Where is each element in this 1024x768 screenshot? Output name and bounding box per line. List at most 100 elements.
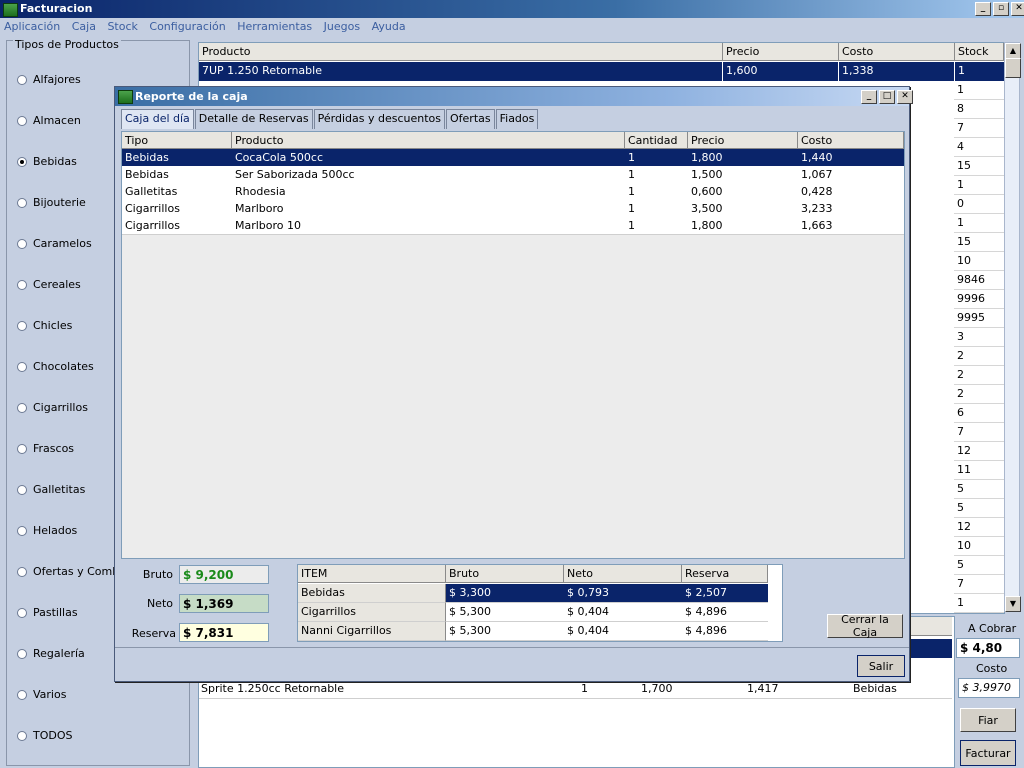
grid-header-producto[interactable]: Producto xyxy=(232,132,625,149)
menu-aplicacion[interactable]: Aplicación xyxy=(0,18,64,35)
radio-dot-icon[interactable] xyxy=(17,730,27,741)
col-header-precio[interactable]: Precio xyxy=(723,43,839,61)
radio-dot-icon[interactable] xyxy=(17,607,27,618)
radio-todos[interactable]: TODOS xyxy=(17,729,73,742)
radio-dot-icon[interactable] xyxy=(17,156,27,167)
sales-cell-costo: 1,417 xyxy=(747,682,779,695)
radio-almacen[interactable]: Almacen xyxy=(17,114,81,127)
menu-caja[interactable]: Caja xyxy=(68,18,100,35)
dialog-minimize-button[interactable]: _ xyxy=(861,90,877,104)
col-header-producto[interactable]: Producto xyxy=(199,43,723,61)
radio-dot-icon[interactable] xyxy=(17,238,27,249)
items-cell-item: Cigarrillos xyxy=(298,603,446,622)
table-row[interactable]: Cigarrillos Marlboro 10 1 1,800 1,663 xyxy=(122,217,904,235)
grid-header-tipo[interactable]: Tipo xyxy=(122,132,232,149)
radio-dot-icon[interactable] xyxy=(17,689,27,700)
radio-bijouterie[interactable]: Bijouterie xyxy=(17,196,86,209)
menu-juegos[interactable]: Juegos xyxy=(320,18,364,35)
dialog-maximize-button[interactable]: □ xyxy=(879,90,895,104)
tab-ofertas[interactable]: Ofertas xyxy=(446,109,495,129)
radio-cereales[interactable]: Cereales xyxy=(17,278,81,291)
tab-fiados[interactable]: Fiados xyxy=(495,109,539,129)
close-button[interactable]: ✕ xyxy=(1011,2,1024,16)
radio-dot-icon[interactable] xyxy=(17,197,27,208)
maximize-button[interactable]: ▫ xyxy=(993,2,1009,16)
items-header-reserva[interactable]: Reserva xyxy=(682,565,768,583)
radio-chicles[interactable]: Chicles xyxy=(17,319,72,332)
items-cell-reserva[interactable]: $ 4,896 xyxy=(682,603,768,622)
grid-header-cantidad[interactable]: Cantidad xyxy=(625,132,688,149)
items-cell-bruto[interactable]: $ 5,300 xyxy=(446,622,564,641)
radio-dot-icon[interactable] xyxy=(17,402,27,413)
items-cell-neto[interactable]: $ 0,404 xyxy=(564,622,682,641)
table-row[interactable]: Galletitas Rhodesia 1 0,600 0,428 xyxy=(122,183,904,201)
items-header-neto[interactable]: Neto xyxy=(564,565,682,583)
cell-costo: 1,440 xyxy=(801,151,833,164)
col-header-costo[interactable]: Costo xyxy=(839,43,955,61)
dialog-tabs: Caja del día Detalle de Reservas Pérdida… xyxy=(121,109,539,129)
table-row[interactable]: Sprite 1.250cc Retornable 1 1,700 1,417 … xyxy=(199,679,952,699)
menu-herramientas[interactable]: Herramientas xyxy=(233,18,316,35)
items-cell-reserva[interactable]: $ 4,896 xyxy=(682,622,768,641)
items-cell-bruto[interactable]: $ 3,300 xyxy=(446,584,564,603)
tab-caja-del-dia[interactable]: Caja del día xyxy=(121,109,194,129)
table-row-selected[interactable]: 7UP 1.250 Retornable 1,600 1,338 1 xyxy=(199,62,1004,81)
items-cell-reserva[interactable]: $ 2,507 xyxy=(682,584,768,603)
radio-galletitas[interactable]: Galletitas xyxy=(17,483,85,496)
radio-frascos[interactable]: Frascos xyxy=(17,442,74,455)
radio-varios[interactable]: Varios xyxy=(17,688,66,701)
radio-alfajores[interactable]: Alfajores xyxy=(17,73,81,86)
items-header-bruto[interactable]: Bruto xyxy=(446,565,564,583)
radio-dot-icon[interactable] xyxy=(17,320,27,331)
salir-button[interactable]: Salir xyxy=(857,655,905,677)
items-cell-bruto[interactable]: $ 5,300 xyxy=(446,603,564,622)
radio-dot-icon[interactable] xyxy=(17,525,27,536)
radio-dot-icon[interactable] xyxy=(17,443,27,454)
radio-dot-icon[interactable] xyxy=(17,566,27,577)
radio-label: Helados xyxy=(33,524,78,537)
radio-bebidas[interactable]: Bebidas xyxy=(17,155,77,168)
dialog-close-button[interactable]: ✕ xyxy=(897,90,913,104)
radio-dot-icon[interactable] xyxy=(17,279,27,290)
daily-sales-grid[interactable]: Tipo Producto Cantidad Precio Costo Bebi… xyxy=(121,131,905,559)
scroll-thumb[interactable] xyxy=(1005,58,1021,78)
radio-helados[interactable]: Helados xyxy=(17,524,77,537)
radio-chocolates[interactable]: Chocolates xyxy=(17,360,94,373)
radio-dot-icon[interactable] xyxy=(17,361,27,372)
radio-caramelos[interactable]: Caramelos xyxy=(17,237,92,250)
minimize-button[interactable]: _ xyxy=(975,2,991,16)
radio-dot-icon[interactable] xyxy=(17,115,27,126)
items-cell-neto[interactable]: $ 0,404 xyxy=(564,603,682,622)
col-header-stock[interactable]: Stock xyxy=(955,43,1004,61)
scroll-down-arrow-icon[interactable]: ▼ xyxy=(1005,596,1021,612)
menu-stock[interactable]: Stock xyxy=(103,18,141,35)
tab-perdidas-descuentos[interactable]: Pérdidas y descuentos xyxy=(313,109,445,129)
radio-dot-icon[interactable] xyxy=(17,74,27,85)
radio-pastillas[interactable]: Pastillas xyxy=(17,606,78,619)
scroll-up-arrow-icon[interactable]: ▲ xyxy=(1005,43,1021,59)
items-header-item[interactable]: ITEM xyxy=(298,565,446,583)
items-summary-grid[interactable]: ITEM Bruto Neto Reserva Bebidas $ 3,300 $ … xyxy=(297,564,783,642)
cerrar-caja-button[interactable]: Cerrar la Caja xyxy=(827,613,903,639)
menu-ayuda[interactable]: Ayuda xyxy=(368,18,410,35)
radio-dot-icon[interactable] xyxy=(17,484,27,495)
grid-header-precio[interactable]: Precio xyxy=(688,132,798,149)
table-row[interactable]: Cigarrillos Marlboro 1 3,500 3,233 xyxy=(122,200,904,218)
menu-configuracion[interactable]: Configuración xyxy=(145,18,229,35)
items-cell-neto[interactable]: $ 0,793 xyxy=(564,584,682,603)
radio-regaler-a[interactable]: Regalería xyxy=(17,647,85,660)
cell-producto: 7UP 1.250 Retornable xyxy=(199,62,723,81)
table-row[interactable]: Bebidas Ser Saborizada 500cc 1 1,500 1,067 xyxy=(122,166,904,184)
facturar-button[interactable]: Facturar xyxy=(960,740,1016,766)
grid-header-costo[interactable]: Costo xyxy=(798,132,904,149)
fiar-button[interactable]: Fiar xyxy=(960,708,1016,732)
table-row[interactable]: Bebidas CocaCola 500cc 1 1,800 1,440 xyxy=(122,149,904,167)
radio-label: Varios xyxy=(33,688,67,701)
cell-precio: 1,800 xyxy=(691,151,723,164)
cell-costo: 1,067 xyxy=(801,168,833,181)
products-scrollbar[interactable]: ▲ ▼ xyxy=(1004,42,1021,612)
radio-cigarrillos[interactable]: Cigarrillos xyxy=(17,401,88,414)
radio-label: Alfajores xyxy=(33,73,81,86)
radio-dot-icon[interactable] xyxy=(17,648,27,659)
tab-detalle-reservas[interactable]: Detalle de Reservas xyxy=(194,109,313,129)
